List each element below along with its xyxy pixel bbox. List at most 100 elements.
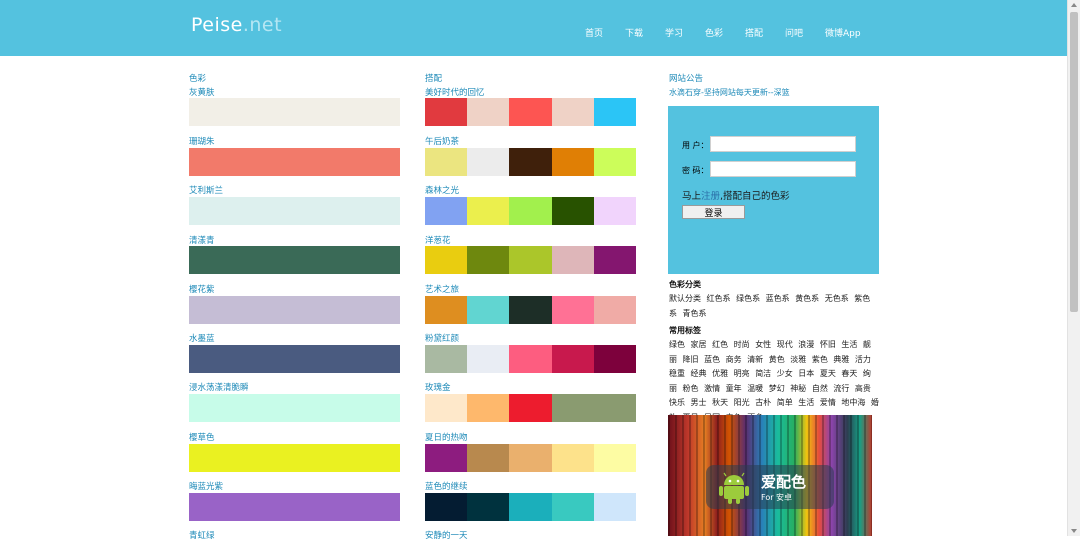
palette-color-block[interactable] [467, 98, 510, 126]
palette-color-block[interactable] [425, 197, 468, 225]
palette-name[interactable]: 蓝色的继续 [425, 480, 468, 492]
tag-link[interactable]: 时尚 [734, 340, 750, 349]
register-link[interactable]: 注册 [701, 191, 720, 202]
palette-color-block[interactable] [509, 394, 552, 422]
tag-link[interactable]: 家居 [691, 340, 707, 349]
tag-link[interactable]: 自然 [812, 384, 828, 393]
category-link[interactable]: 黄色系 [795, 294, 819, 303]
palette-color-block[interactable] [593, 444, 637, 472]
tag-link[interactable]: 明亮 [734, 369, 750, 378]
palette-color-block[interactable] [509, 148, 552, 176]
palette-color-block[interactable] [551, 246, 594, 274]
palette-name[interactable]: 美好时代的回忆 [425, 86, 485, 98]
tag-link[interactable]: 活力 [855, 355, 871, 364]
palette-swatches[interactable] [425, 296, 637, 324]
palette-swatches[interactable] [425, 493, 637, 521]
color-swatch[interactable] [189, 296, 400, 324]
password-input[interactable] [710, 161, 856, 177]
palette-swatches[interactable] [425, 98, 637, 126]
color-name[interactable]: 青虹绿 [189, 529, 215, 541]
palette-color-block[interactable] [425, 98, 468, 126]
tag-link[interactable]: 快乐 [669, 398, 685, 407]
category-link[interactable]: 蓝色系 [766, 294, 790, 303]
palette-color-block[interactable] [509, 444, 552, 472]
palette-color-block[interactable] [551, 493, 594, 521]
color-swatch[interactable] [189, 394, 400, 422]
color-name[interactable]: 灰黄肤 [189, 86, 215, 98]
tag-link[interactable]: 简洁 [755, 369, 771, 378]
category-link[interactable]: 默认分类 [669, 294, 701, 303]
tag-link[interactable]: 清新 [747, 355, 763, 364]
palette-color-block[interactable] [551, 296, 594, 324]
tag-link[interactable]: 流行 [833, 384, 849, 393]
palette-color-block[interactable] [509, 296, 552, 324]
nav-download[interactable]: 下载 [625, 26, 643, 39]
tag-link[interactable]: 梦幻 [769, 384, 785, 393]
category-link[interactable]: 红色系 [707, 294, 731, 303]
category-link[interactable]: 青色系 [683, 309, 707, 318]
nav-questions[interactable]: 问吧 [785, 26, 803, 39]
palette-swatches[interactable] [425, 148, 637, 176]
palette-color-block[interactable] [593, 493, 637, 521]
palette-name[interactable]: 玫瑰金 [425, 381, 451, 393]
color-swatch[interactable] [189, 493, 400, 521]
palette-color-block[interactable] [467, 148, 510, 176]
tag-link[interactable]: 红色 [712, 340, 728, 349]
tag-link[interactable]: 优雅 [712, 369, 728, 378]
nav-colors[interactable]: 色彩 [705, 26, 723, 39]
page-scrollbar[interactable] [1067, 0, 1080, 536]
tag-link[interactable]: 少女 [777, 369, 793, 378]
color-name[interactable]: 艾利斯兰 [189, 184, 223, 196]
palette-color-block[interactable] [425, 246, 468, 274]
tag-link[interactable]: 商务 [726, 355, 742, 364]
tag-link[interactable]: 古朴 [755, 398, 771, 407]
tag-link[interactable]: 粉色 [683, 384, 699, 393]
tag-link[interactable]: 女性 [755, 340, 771, 349]
tag-link[interactable]: 现代 [777, 340, 793, 349]
palette-color-block[interactable] [467, 345, 510, 373]
palette-color-block[interactable] [425, 148, 468, 176]
tag-link[interactable]: 绿色 [669, 340, 685, 349]
tag-link[interactable]: 温暖 [747, 384, 763, 393]
palette-color-block[interactable] [425, 345, 468, 373]
tag-link[interactable]: 简单 [777, 398, 793, 407]
color-name[interactable]: 珊瑚朱 [189, 135, 215, 147]
color-name[interactable]: 晦蓝光紫 [189, 480, 223, 492]
palette-name[interactable]: 艺术之旅 [425, 283, 459, 295]
username-input[interactable] [710, 136, 856, 152]
palette-swatches[interactable] [425, 345, 637, 373]
palette-color-block[interactable] [593, 148, 637, 176]
color-swatch[interactable] [189, 197, 400, 225]
palette-color-block[interactable] [467, 296, 510, 324]
palette-color-block[interactable] [467, 394, 510, 422]
palette-name[interactable]: 洋葱花 [425, 234, 451, 246]
color-swatch[interactable] [189, 98, 400, 126]
category-link[interactable]: 无色系 [825, 294, 849, 303]
tag-link[interactable]: 地中海 [841, 398, 865, 407]
tag-link[interactable]: 春天 [841, 369, 857, 378]
palette-color-block[interactable] [467, 197, 510, 225]
palette-color-block[interactable] [593, 197, 637, 225]
color-swatch[interactable] [189, 444, 400, 472]
scroll-up-arrow-icon[interactable] [1071, 3, 1077, 7]
palette-color-block[interactable] [509, 493, 552, 521]
palette-color-block[interactable] [593, 394, 637, 422]
palette-color-block[interactable] [425, 444, 468, 472]
palette-color-block[interactable] [593, 98, 637, 126]
palette-color-block[interactable] [551, 345, 594, 373]
color-name[interactable]: 清漾青 [189, 234, 215, 246]
tag-link[interactable]: 稳重 [669, 369, 685, 378]
palette-color-block[interactable] [509, 197, 552, 225]
color-swatch[interactable] [189, 345, 400, 373]
palette-name[interactable]: 午后奶茶 [425, 135, 459, 147]
nav-home[interactable]: 首页 [585, 26, 603, 39]
palette-color-block[interactable] [425, 394, 468, 422]
tag-link[interactable]: 高贵 [855, 384, 871, 393]
tag-link[interactable]: 黄色 [769, 355, 785, 364]
palette-color-block[interactable] [509, 246, 552, 274]
tag-link[interactable]: 生活 [798, 398, 814, 407]
tag-link[interactable]: 浪漫 [798, 340, 814, 349]
scroll-thumb[interactable] [1070, 12, 1078, 312]
palette-color-block[interactable] [467, 493, 510, 521]
palette-color-block[interactable] [551, 98, 594, 126]
